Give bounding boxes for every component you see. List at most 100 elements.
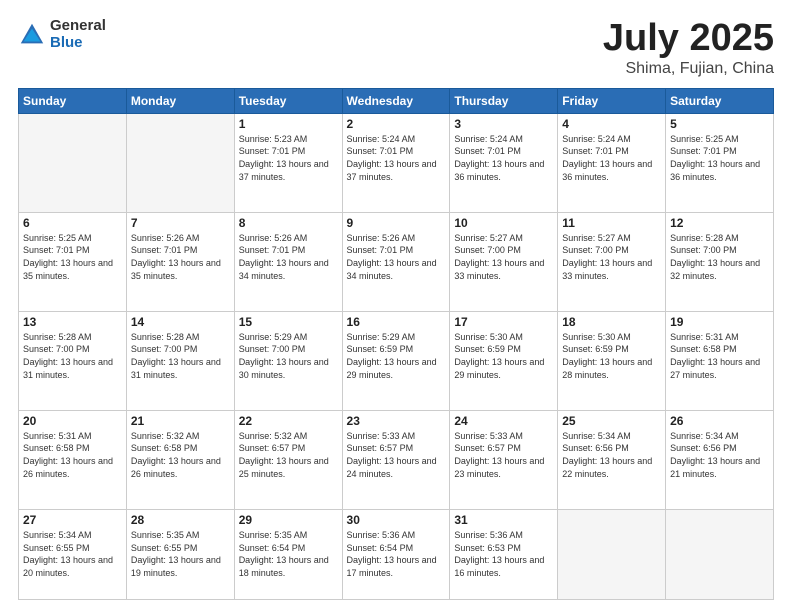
- table-row: 27Sunrise: 5:34 AM Sunset: 6:55 PM Dayli…: [19, 509, 127, 599]
- day-number: 11: [562, 216, 661, 230]
- day-info: Sunrise: 5:25 AM Sunset: 7:01 PM Dayligh…: [670, 133, 769, 183]
- table-row: 21 Sunrise: 5:32 AM Sunset: 6:58 PM Dayli…: [126, 410, 234, 509]
- table-row: 20Sunrise: 5:31 AM Sunset: 6:58 PM Dayli…: [19, 410, 127, 509]
- table-row: 14 Sunrise: 5:28 AM Sunset: 7:00 PM Dayli…: [126, 311, 234, 410]
- table-row: 25 Sunrise: 5:34 AM Sunset: 6:56 PM Dayli…: [558, 410, 666, 509]
- day-number: 15: [239, 315, 338, 329]
- table-row: 7Sunrise: 5:26 AM Sunset: 7:01 PM Daylig…: [126, 212, 234, 311]
- calendar-week-2: 13 Sunrise: 5:28 AM Sunset: 7:00 PM Dayli…: [19, 311, 774, 410]
- day-number: 19: [670, 315, 769, 329]
- col-friday: Friday: [558, 88, 666, 113]
- day-info: Sunrise: 5:27 AM Sunset: 7:00 PM Dayligh…: [562, 232, 661, 282]
- day-number: 6: [23, 216, 122, 230]
- table-row: 18 Sunrise: 5:30 AM Sunset: 6:59 PM Dayli…: [558, 311, 666, 410]
- table-row: 3 Sunrise: 5:24 AM Sunset: 7:01 PM Daylig…: [450, 113, 558, 212]
- table-row: [666, 509, 774, 599]
- day-info: Sunrise: 5:23 AM Sunset: 7:01 PM Dayligh…: [239, 133, 338, 183]
- day-info: Sunrise: 5:30 AM Sunset: 6:59 PM Dayligh…: [562, 331, 661, 381]
- table-row: 2 Sunrise: 5:24 AM Sunset: 7:01 PM Daylig…: [342, 113, 450, 212]
- day-number: 4: [562, 117, 661, 131]
- day-number: 17: [454, 315, 553, 329]
- day-number: 23: [347, 414, 446, 428]
- day-number: 9: [347, 216, 446, 230]
- page: General Blue July 2025 Shima, Fujian, Ch…: [0, 0, 792, 612]
- day-number: 2: [347, 117, 446, 131]
- table-row: 31 Sunrise: 5:36 AM Sunset: 6:53 PM Dayli…: [450, 509, 558, 599]
- table-row: 30 Sunrise: 5:36 AM Sunset: 6:54 PM Dayli…: [342, 509, 450, 599]
- day-number: 3: [454, 117, 553, 131]
- day-info: Sunrise: 5:32 AM Sunset: 6:57 PM Dayligh…: [239, 430, 338, 480]
- day-info: Sunrise: 5:31 AM Sunset: 6:58 PM Dayligh…: [670, 331, 769, 381]
- day-info: Sunrise: 5:35 AM Sunset: 6:55 PM Dayligh…: [131, 529, 230, 579]
- day-info: Sunrise: 5:34 AM Sunset: 6:56 PM Dayligh…: [562, 430, 661, 480]
- calendar-week-1: 6Sunrise: 5:25 AM Sunset: 7:01 PM Daylig…: [19, 212, 774, 311]
- day-number: 5: [670, 117, 769, 131]
- header: General Blue July 2025 Shima, Fujian, Ch…: [18, 18, 774, 78]
- table-row: 6Sunrise: 5:25 AM Sunset: 7:01 PM Daylig…: [19, 212, 127, 311]
- day-info: Sunrise: 5:30 AM Sunset: 6:59 PM Dayligh…: [454, 331, 553, 381]
- col-saturday: Saturday: [666, 88, 774, 113]
- day-number: 30: [347, 513, 446, 527]
- table-row: 4Sunrise: 5:24 AM Sunset: 7:01 PM Daylig…: [558, 113, 666, 212]
- day-number: 14: [131, 315, 230, 329]
- day-info: Sunrise: 5:35 AM Sunset: 6:54 PM Dayligh…: [239, 529, 338, 579]
- day-info: Sunrise: 5:33 AM Sunset: 6:57 PM Dayligh…: [454, 430, 553, 480]
- day-info: Sunrise: 5:32 AM Sunset: 6:58 PM Dayligh…: [131, 430, 230, 480]
- day-info: Sunrise: 5:29 AM Sunset: 6:59 PM Dayligh…: [347, 331, 446, 381]
- table-row: [19, 113, 127, 212]
- table-row: 23Sunrise: 5:33 AM Sunset: 6:57 PM Dayli…: [342, 410, 450, 509]
- title-block: July 2025 Shima, Fujian, China: [603, 18, 774, 78]
- col-thursday: Thursday: [450, 88, 558, 113]
- table-row: [558, 509, 666, 599]
- day-number: 31: [454, 513, 553, 527]
- day-number: 21: [131, 414, 230, 428]
- table-row: 10Sunrise: 5:27 AM Sunset: 7:00 PM Dayli…: [450, 212, 558, 311]
- table-row: 5 Sunrise: 5:25 AM Sunset: 7:01 PM Daylig…: [666, 113, 774, 212]
- day-info: Sunrise: 5:26 AM Sunset: 7:01 PM Dayligh…: [239, 232, 338, 282]
- title-month: July 2025: [603, 18, 774, 60]
- table-row: 13Sunrise: 5:28 AM Sunset: 7:00 PM Dayli…: [19, 311, 127, 410]
- day-info: Sunrise: 5:26 AM Sunset: 7:01 PM Dayligh…: [131, 232, 230, 282]
- day-info: Sunrise: 5:24 AM Sunset: 7:01 PM Dayligh…: [454, 133, 553, 183]
- calendar-week-3: 20Sunrise: 5:31 AM Sunset: 6:58 PM Dayli…: [19, 410, 774, 509]
- table-row: 24Sunrise: 5:33 AM Sunset: 6:57 PM Dayli…: [450, 410, 558, 509]
- table-row: 16 Sunrise: 5:29 AM Sunset: 6:59 PM Dayli…: [342, 311, 450, 410]
- day-number: 16: [347, 315, 446, 329]
- col-tuesday: Tuesday: [234, 88, 342, 113]
- calendar-header-row: Sunday Monday Tuesday Wednesday Thursday…: [19, 88, 774, 113]
- table-row: 17 Sunrise: 5:30 AM Sunset: 6:59 PM Dayli…: [450, 311, 558, 410]
- calendar-table: Sunday Monday Tuesday Wednesday Thursday…: [18, 88, 774, 600]
- day-info: Sunrise: 5:36 AM Sunset: 6:53 PM Dayligh…: [454, 529, 553, 579]
- day-info: Sunrise: 5:29 AM Sunset: 7:00 PM Dayligh…: [239, 331, 338, 381]
- day-number: 20: [23, 414, 122, 428]
- day-number: 12: [670, 216, 769, 230]
- col-sunday: Sunday: [19, 88, 127, 113]
- logo-text: General Blue: [50, 18, 106, 51]
- logo-icon: [18, 21, 46, 49]
- day-number: 8: [239, 216, 338, 230]
- day-number: 10: [454, 216, 553, 230]
- col-wednesday: Wednesday: [342, 88, 450, 113]
- day-info: Sunrise: 5:34 AM Sunset: 6:55 PM Dayligh…: [23, 529, 122, 579]
- day-number: 25: [562, 414, 661, 428]
- table-row: 11 Sunrise: 5:27 AM Sunset: 7:00 PM Dayli…: [558, 212, 666, 311]
- table-row: 1 Sunrise: 5:23 AM Sunset: 7:01 PM Daylig…: [234, 113, 342, 212]
- day-number: 13: [23, 315, 122, 329]
- table-row: 15 Sunrise: 5:29 AM Sunset: 7:00 PM Dayli…: [234, 311, 342, 410]
- title-location: Shima, Fujian, China: [603, 60, 774, 78]
- day-info: Sunrise: 5:26 AM Sunset: 7:01 PM Dayligh…: [347, 232, 446, 282]
- table-row: 29Sunrise: 5:35 AM Sunset: 6:54 PM Dayli…: [234, 509, 342, 599]
- table-row: 22 Sunrise: 5:32 AM Sunset: 6:57 PM Dayli…: [234, 410, 342, 509]
- day-number: 22: [239, 414, 338, 428]
- col-monday: Monday: [126, 88, 234, 113]
- table-row: 8 Sunrise: 5:26 AM Sunset: 7:01 PM Daylig…: [234, 212, 342, 311]
- calendar-week-0: 1 Sunrise: 5:23 AM Sunset: 7:01 PM Daylig…: [19, 113, 774, 212]
- logo-general-label: General: [50, 18, 106, 35]
- logo-blue-label: Blue: [50, 35, 106, 52]
- day-info: Sunrise: 5:24 AM Sunset: 7:01 PM Dayligh…: [347, 133, 446, 183]
- table-row: 9 Sunrise: 5:26 AM Sunset: 7:01 PM Daylig…: [342, 212, 450, 311]
- day-number: 18: [562, 315, 661, 329]
- day-info: Sunrise: 5:36 AM Sunset: 6:54 PM Dayligh…: [347, 529, 446, 579]
- day-number: 1: [239, 117, 338, 131]
- day-info: Sunrise: 5:28 AM Sunset: 7:00 PM Dayligh…: [131, 331, 230, 381]
